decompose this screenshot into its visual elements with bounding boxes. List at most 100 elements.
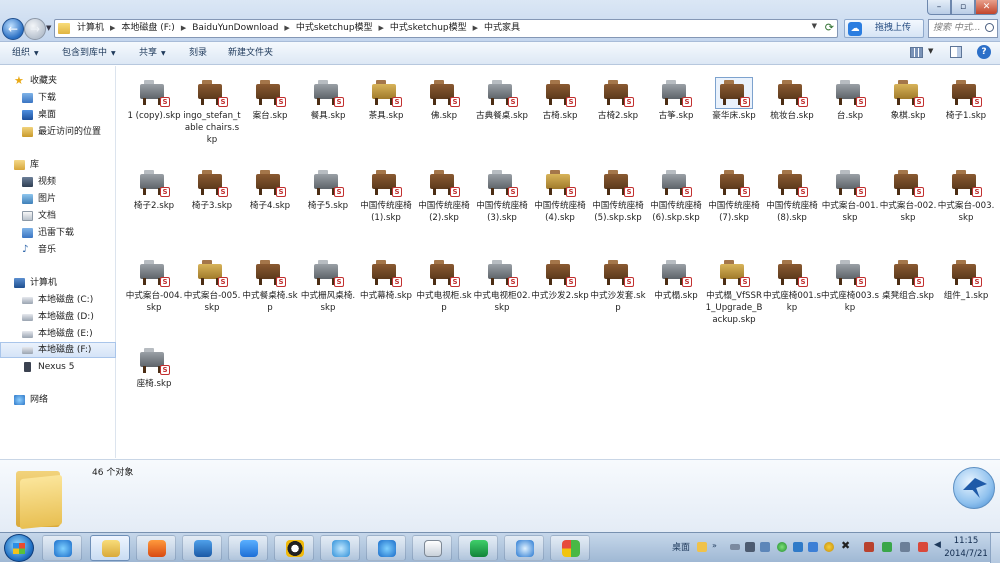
file-item[interactable]: S 中式电视柜02.skp <box>473 258 531 314</box>
file-item[interactable]: S 茶具.skp <box>357 78 415 122</box>
file-item[interactable]: S 椅子2.skp <box>125 168 183 212</box>
tray-close-icon[interactable]: ✖ <box>841 539 851 552</box>
explorer-taskbar-button[interactable] <box>90 535 130 561</box>
burn-button[interactable]: 刻录 <box>189 42 207 64</box>
nav-item-videos[interactable]: 视频 <box>0 174 116 190</box>
nav-item-drive-f[interactable]: 本地磁盘 (F:) <box>0 342 116 358</box>
file-item[interactable]: S 中国传统座椅 (1).skp <box>357 168 415 224</box>
share-menu[interactable]: 共享 ▼ <box>139 42 166 64</box>
help-icon[interactable]: ? <box>977 45 991 59</box>
maximize-button[interactable]: ▫ <box>951 0 975 15</box>
file-item[interactable]: S 中国传统座椅 (4).skp <box>531 168 589 224</box>
view-options-chevron-icon[interactable]: ▼ <box>928 47 933 55</box>
breadcrumb-separator-icon[interactable]: ▶ <box>473 24 478 32</box>
minimize-button[interactable]: – <box>927 0 951 15</box>
nav-item-drive-d[interactable]: 本地磁盘 (D:) <box>0 309 116 325</box>
nav-item-nexus[interactable]: Nexus 5 <box>0 359 116 375</box>
nav-item-drive-c[interactable]: 本地磁盘 (C:) <box>0 292 116 308</box>
file-item[interactable]: S 组件_1.skp <box>937 258 995 302</box>
breadcrumb-item[interactable]: 中式sketchup模型 <box>390 23 467 33</box>
sogou-taskbar-button[interactable] <box>504 535 544 561</box>
recent-pages-chevron-icon[interactable]: ▼ <box>46 24 51 32</box>
file-item[interactable]: S 古典餐桌.skp <box>473 78 531 122</box>
baidu-upload-button[interactable]: ☁ 拖拽上传 <box>844 19 924 38</box>
nav-item-thunder[interactable]: 迅雷下载 <box>0 225 116 241</box>
forward-arrow-icon[interactable]: → <box>24 18 46 40</box>
refresh-icon[interactable]: ⟳ <box>825 21 834 34</box>
file-item[interactable]: S 中式沙发2.skp <box>531 258 589 302</box>
breadcrumb-item[interactable]: BaiduYunDownload <box>192 23 278 33</box>
360-taskbar-button[interactable] <box>550 535 590 561</box>
nav-item-drive-e[interactable]: 本地磁盘 (E:) <box>0 326 116 342</box>
new-folder-button[interactable]: 新建文件夹 <box>228 42 273 64</box>
qq-taskbar-button[interactable] <box>274 535 314 561</box>
file-item[interactable]: S 佛.skp <box>415 78 473 122</box>
start-button[interactable] <box>4 534 34 562</box>
file-item[interactable]: S 椅子5.skp <box>299 168 357 212</box>
clock-time[interactable]: 11:15 <box>944 536 988 546</box>
breadcrumb-separator-icon[interactable]: ▶ <box>379 24 384 32</box>
breadcrumb-item[interactable]: 中式家具 <box>484 23 520 33</box>
nav-item-downloads[interactable]: 下载 <box>0 90 116 106</box>
file-item[interactable]: S 古椅.skp <box>531 78 589 122</box>
file-item[interactable]: S 中式榻_VfSSR1_Upgrade_Backup.skp <box>705 258 763 326</box>
file-item[interactable]: S 中国传统座椅 (3).skp <box>473 168 531 224</box>
include-library-menu[interactable]: 包含到库中 ▼ <box>62 42 116 64</box>
address-history-chevron-icon[interactable]: ▼ <box>812 22 817 30</box>
organize-menu[interactable]: 组织 ▼ <box>12 42 39 64</box>
file-item[interactable]: S 1 (copy).skp <box>125 78 183 122</box>
breadcrumb-item[interactable]: 中式sketchup模型 <box>296 23 373 33</box>
file-item[interactable]: S 中式案台-002.skp <box>879 168 937 224</box>
show-desktop-button[interactable] <box>990 533 1000 563</box>
security-icon[interactable] <box>882 542 892 552</box>
nav-item-pictures[interactable]: 图片 <box>0 191 116 207</box>
file-item[interactable]: S 桌凳组合.skp <box>879 258 937 302</box>
power-icon[interactable] <box>900 542 910 552</box>
file-item[interactable]: S 椅子1.skp <box>937 78 995 122</box>
input-method-icon[interactable] <box>745 542 755 552</box>
file-item[interactable]: S 椅子4.skp <box>241 168 299 212</box>
file-item[interactable]: S 中式幕椅.skp <box>357 258 415 302</box>
file-item[interactable]: Singo_stefan_table chairs.skp <box>183 78 241 146</box>
clock-date[interactable]: 2014/7/21 <box>944 549 988 559</box>
file-item[interactable]: S 中国传统座椅 (5).skp.skp <box>589 168 647 224</box>
file-item[interactable]: S 豪华床.skp <box>705 77 763 122</box>
file-item[interactable]: S 餐具.skp <box>299 78 357 122</box>
desktop-toolbar-label[interactable]: 桌面 <box>672 533 690 563</box>
nav-item-music[interactable]: ♪ 音乐 <box>0 242 116 258</box>
nav-item-libraries[interactable]: 库 <box>0 157 116 173</box>
breadcrumb-separator-icon[interactable]: ▶ <box>181 24 186 32</box>
tray-blue-icon[interactable] <box>793 542 803 552</box>
ie-taskbar-button[interactable] <box>42 535 82 561</box>
nav-item-computer[interactable]: 计算机 <box>0 275 116 291</box>
file-item[interactable]: S 椅子3.skp <box>183 168 241 212</box>
file-item[interactable]: S 座椅.skp <box>125 346 183 390</box>
back-arrow-icon[interactable]: ← <box>2 18 24 40</box>
tray-green-icon[interactable] <box>777 542 787 552</box>
change-view-icon[interactable] <box>910 47 923 58</box>
file-item[interactable]: S 中式餐桌椅.skp <box>241 258 299 314</box>
nav-item-network[interactable]: 网络 <box>0 392 116 408</box>
file-item[interactable]: S 梳妆台.skp <box>763 78 821 122</box>
volume-icon[interactable]: ◀ <box>934 540 944 550</box>
breadcrumb-item[interactable]: 计算机 <box>77 23 104 33</box>
file-item[interactable]: S 中国传统座椅 (7).skp <box>705 168 763 224</box>
file-item[interactable]: S 案台.skp <box>241 78 299 122</box>
file-item[interactable]: S 中式案台-004.skp <box>125 258 183 314</box>
baidu-cloud-taskbar-button[interactable] <box>228 535 268 561</box>
green-app-taskbar-button[interactable] <box>458 535 498 561</box>
bird-app-taskbar-button[interactable] <box>182 535 222 561</box>
close-button[interactable]: ✕ <box>975 0 998 15</box>
breadcrumb-item[interactable]: 本地磁盘 (F:) <box>121 23 174 33</box>
flag-icon[interactable] <box>864 542 874 552</box>
tray-expand-icon[interactable]: » <box>712 541 722 551</box>
file-item[interactable]: S 中式栅风桌椅.skp <box>299 258 357 314</box>
nav-item-favorites[interactable]: ★ 收藏夹 <box>0 73 116 89</box>
file-item[interactable]: S 象棋.skp <box>879 78 937 122</box>
file-item[interactable]: S 中式案台-001.skp <box>821 168 879 224</box>
preview-pane-icon[interactable] <box>950 46 962 58</box>
wifi-app-taskbar-button[interactable] <box>320 535 360 561</box>
file-item[interactable]: S 中式榻.skp <box>647 258 705 302</box>
nav-item-recent[interactable]: 最近访问的位置 <box>0 124 116 140</box>
file-item[interactable]: S 中式座椅003.skp <box>821 258 879 314</box>
